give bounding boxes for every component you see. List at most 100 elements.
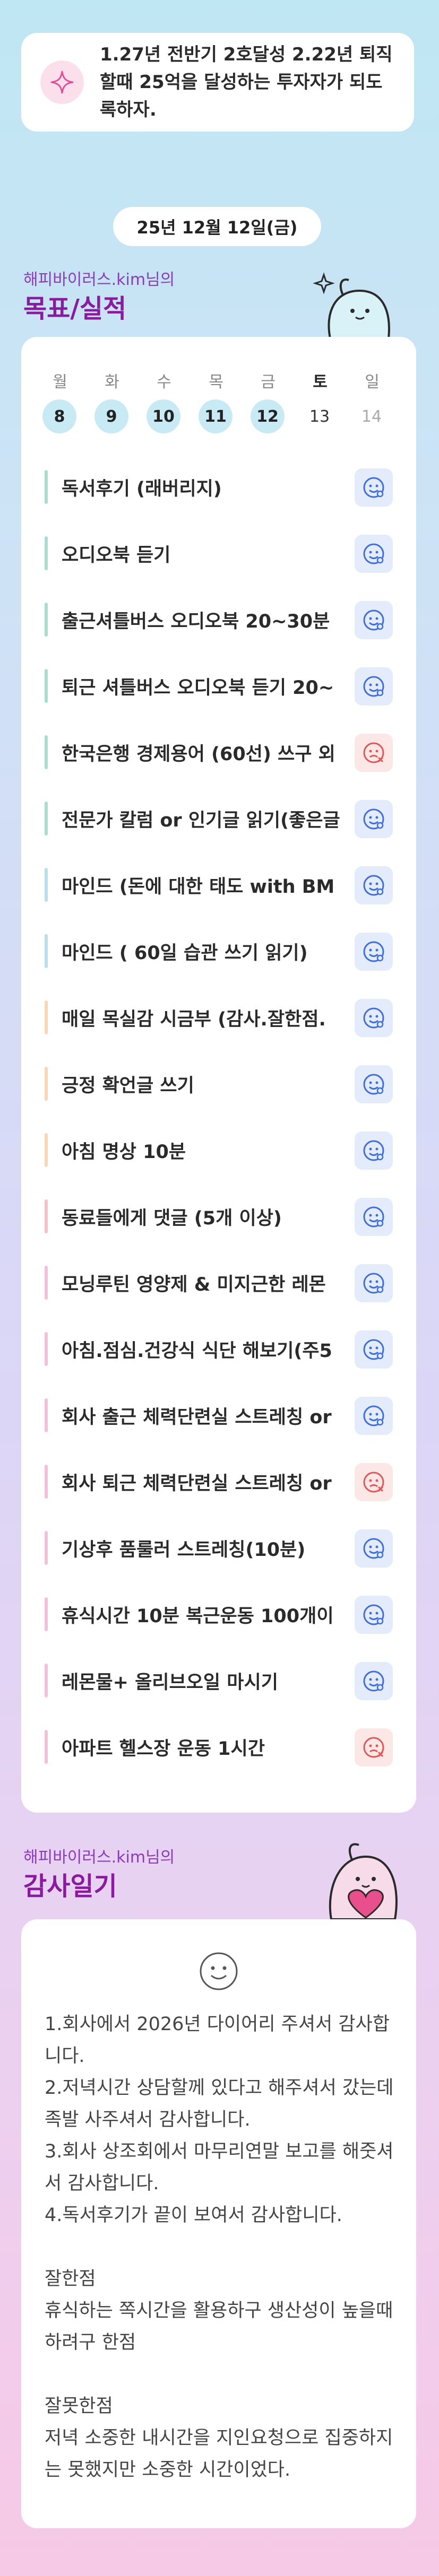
goals-section-title: 목표/실적 [23, 294, 127, 324]
task-row[interactable]: 오디오북 듣기 [45, 530, 393, 576]
task-row[interactable]: 아파트 헬스장 운동 1시간 [45, 1724, 393, 1770]
done-status-icon[interactable] [355, 1065, 393, 1103]
task-category-bar [45, 1531, 48, 1565]
task-name: 긍정 확언글 쓰기 [62, 1075, 194, 1096]
task-category-bar [45, 868, 48, 902]
task-name: 매일 목실감 시금부 (감사.잘한점. [62, 1008, 326, 1030]
task-row[interactable]: 마인드 (돈에 대한 태도 with BM [45, 862, 393, 908]
task-category-bar [45, 1398, 48, 1432]
task-row[interactable]: 마인드 ( 60일 습관 쓰기 읽기) [45, 928, 393, 974]
day-number: 11 [199, 399, 233, 433]
day-fri[interactable]: 금 12 [251, 369, 286, 433]
task-row[interactable]: 동료들에게 댓글 (5개 이상) [45, 1194, 393, 1239]
task-name: 모닝루틴 영양제 & 미지근한 레몬 [62, 1274, 326, 1295]
task-name: 마인드 ( 60일 습관 쓰기 읽기) [62, 942, 308, 964]
done-status-icon[interactable] [355, 1596, 393, 1634]
day-number: 12 [251, 399, 285, 433]
task-name: 회사 출근 체력단련실 스트레칭 or [62, 1406, 332, 1428]
task-name: 아침 명상 10분 [62, 1141, 186, 1163]
task-category-bar [45, 1067, 48, 1101]
day-name: 월 [53, 373, 67, 391]
day-name: 목 [209, 373, 223, 391]
task-row[interactable]: 독서후기 (래버리지) [45, 464, 393, 510]
day-number: 14 [361, 407, 382, 426]
date-selector[interactable]: 25년 12월 12일(금) [113, 207, 321, 246]
task-name: 레몬물+ 올리브오일 마시기 [62, 1672, 278, 1693]
task-name: 출근셔틀버스 오디오북 20~30분 [62, 611, 330, 632]
task-name: 아침.점심.건강식 식단 해보기(주5 [62, 1340, 332, 1362]
task-row[interactable]: 전문가 칼럼 or 인기글 읽기(좋은글 [45, 796, 393, 841]
done-status-icon[interactable] [355, 1662, 393, 1700]
missed-status-icon[interactable] [355, 1463, 393, 1501]
task-row[interactable]: 기상후 품룰러 스트레칭(10분) [45, 1525, 393, 1571]
day-number: 13 [309, 407, 330, 426]
diary-text[interactable]: 1.회사에서 2026년 다이어리 주셔서 감사합니다. 2.저녁시간 상담할께… [45, 2008, 395, 2486]
done-status-icon[interactable] [355, 1264, 393, 1302]
task-name: 오디오북 듣기 [62, 544, 171, 566]
missed-status-icon[interactable] [355, 734, 393, 772]
day-tue[interactable]: 화 9 [94, 369, 130, 433]
task-category-bar [45, 1597, 48, 1631]
done-status-icon[interactable] [355, 999, 393, 1037]
day-thu[interactable]: 목 11 [199, 369, 234, 433]
done-status-icon[interactable] [355, 1132, 393, 1170]
missed-status-icon[interactable] [355, 1728, 393, 1766]
task-row[interactable]: 휴식시간 10분 복근운동 100개이 [45, 1591, 393, 1637]
task-row[interactable]: 출근셔틀버스 오디오북 20~30분 [45, 597, 393, 642]
day-name: 수 [157, 373, 171, 391]
task-name: 동료들에게 댓글 (5개 이상) [62, 1207, 282, 1229]
goals-section-label: 해피바이러스.kim님의 [23, 271, 175, 289]
day-mon[interactable]: 월 8 [42, 369, 78, 433]
done-status-icon[interactable] [355, 1198, 393, 1236]
done-status-icon[interactable] [355, 667, 393, 706]
day-sat[interactable]: 토 13 [303, 369, 338, 433]
task-category-bar [45, 1000, 48, 1034]
day-number: 9 [94, 399, 128, 433]
goal-card[interactable]: 1.27년 전반기 2호달성 2.22년 퇴직할때 25억을 달성하는 투자자가… [21, 33, 414, 132]
task-category-bar [45, 1332, 48, 1366]
task-category-bar [45, 1465, 48, 1499]
task-row[interactable]: 모닝루틴 영양제 & 미지근한 레몬 [45, 1260, 393, 1306]
task-row[interactable]: 레몬물+ 올리브오일 마시기 [45, 1658, 393, 1703]
task-category-bar [45, 934, 48, 968]
smiley-icon[interactable] [197, 1950, 240, 1992]
task-row[interactable]: 긍정 확언글 쓰기 [45, 1061, 393, 1107]
ghost-mascot-icon [313, 272, 390, 340]
task-name: 한국은행 경제용어 (60선) 쓰구 외 [62, 743, 335, 765]
task-row[interactable]: 회사 출근 체력단련실 스트레칭 or [45, 1393, 393, 1438]
task-name: 기상후 품룰러 스트레칭(10분) [62, 1539, 306, 1561]
task-row[interactable]: 매일 목실감 시금부 (감사.잘한점. [45, 995, 393, 1040]
done-status-icon[interactable] [355, 866, 393, 904]
task-category-bar [45, 536, 48, 570]
task-row[interactable]: 아침.점심.건강식 식단 해보기(주5 [45, 1326, 393, 1372]
done-status-icon[interactable] [355, 601, 393, 639]
done-status-icon[interactable] [355, 1397, 393, 1435]
task-category-bar [45, 603, 48, 637]
done-status-icon[interactable] [355, 1330, 393, 1369]
done-status-icon[interactable] [355, 535, 393, 573]
task-row[interactable]: 회사 퇴근 체력단련실 스트레칭 or [45, 1459, 393, 1504]
task-row[interactable]: 한국은행 경제용어 (60선) 쓰구 외 [45, 729, 393, 775]
done-status-icon[interactable] [355, 1529, 393, 1568]
task-name: 회사 퇴근 체력단련실 스트레칭 or [62, 1473, 332, 1494]
task-row[interactable]: 퇴근 셔틀버스 오디오북 듣기 20~ [45, 663, 393, 709]
task-name: 마인드 (돈에 대한 태도 with BM [62, 876, 335, 898]
task-category-bar [45, 735, 48, 769]
task-name: 휴식시간 10분 복근운동 100개이 [62, 1605, 334, 1627]
sparkle-icon [40, 60, 84, 104]
diary-section-title: 감사일기 [23, 1872, 117, 1901]
diary-section-label: 해피바이러스.kim님의 [23, 1848, 175, 1867]
task-category-bar [45, 1266, 48, 1300]
task-name: 아파트 헬스장 운동 1시간 [62, 1738, 265, 1760]
task-row[interactable]: 아침 명상 10분 [45, 1127, 393, 1173]
done-status-icon[interactable] [355, 468, 393, 507]
goals-card: 월 8 화 9 수 10 목 11 금 12 토 13 일 14 독서후기 (래… [21, 337, 416, 1813]
task-name: 독서후기 (래버리지) [62, 478, 222, 500]
day-sun[interactable]: 일 14 [355, 369, 390, 433]
task-category-bar [45, 1199, 48, 1233]
day-wed[interactable]: 수 10 [147, 369, 182, 433]
day-name: 금 [261, 373, 276, 391]
task-category-bar [45, 1133, 48, 1167]
done-status-icon[interactable] [355, 933, 393, 971]
done-status-icon[interactable] [355, 800, 393, 838]
